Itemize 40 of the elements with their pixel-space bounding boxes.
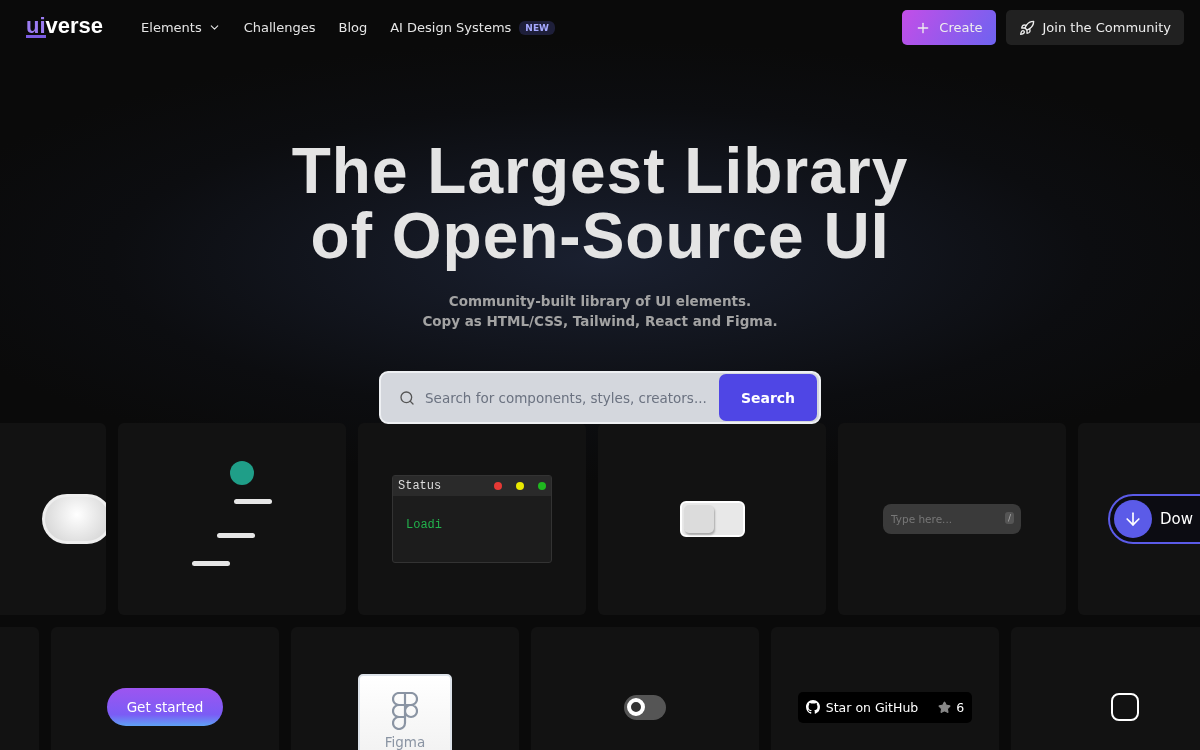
toggle-knob[interactable] xyxy=(627,698,645,716)
terminal-text: Loadi xyxy=(406,518,443,532)
close-dot-icon xyxy=(494,482,502,490)
component-card[interactable]: Get started xyxy=(51,627,279,750)
minimize-dot-icon xyxy=(516,482,524,490)
community-button[interactable]: Join the Community xyxy=(1005,10,1184,45)
toggle-switch[interactable] xyxy=(624,694,666,720)
logo[interactable]: uiverse xyxy=(26,17,104,38)
create-button[interactable]: Create xyxy=(902,10,996,45)
switch[interactable] xyxy=(679,501,745,537)
pill-button[interactable] xyxy=(42,494,106,544)
figma-icon xyxy=(392,692,418,730)
nav-link[interactable]: Challenges xyxy=(243,20,316,35)
terminal-title: Status xyxy=(398,479,443,493)
component-card[interactable] xyxy=(118,423,346,615)
arrow-down-icon xyxy=(1114,500,1152,538)
component-card[interactable]: Status Loadi xyxy=(358,423,586,615)
hero-title: The Largest Library of Open-Source UI xyxy=(291,139,909,269)
star-icon xyxy=(938,700,952,714)
search-field[interactable]: Search for components, styles, creators... xyxy=(423,388,711,407)
new-badge: NEW xyxy=(519,20,555,35)
rocket-icon xyxy=(1018,19,1035,36)
github-icon xyxy=(805,700,820,714)
shortcut-key: / xyxy=(1004,512,1014,524)
github-star-button[interactable]: Star on GitHub 6 xyxy=(798,691,972,723)
switch-knob[interactable] xyxy=(683,505,714,533)
nav-link[interactable]: Blog xyxy=(338,20,368,35)
checkbox[interactable] xyxy=(1111,693,1139,721)
nav-link[interactable]: Elements xyxy=(141,20,221,35)
component-card[interactable] xyxy=(598,423,826,615)
maximize-dot-icon xyxy=(538,482,546,490)
figma-label: Figma xyxy=(384,734,426,750)
get-started-button[interactable]: Get started xyxy=(106,688,224,726)
hero-subtitle: Community-built library of UI elements. Copy as HTML/CSS, Tailwind, React and Figma. xyxy=(422,292,778,331)
component-card[interactable]: Dow xyxy=(1078,423,1200,615)
search-icon xyxy=(399,389,415,406)
component-card[interactable]: Star on GitHub 6 xyxy=(771,627,999,750)
download-button[interactable]: Dow xyxy=(1108,494,1200,544)
search-button[interactable]: Search xyxy=(719,374,817,421)
nav-link[interactable]: AI Design Systems xyxy=(390,20,512,35)
